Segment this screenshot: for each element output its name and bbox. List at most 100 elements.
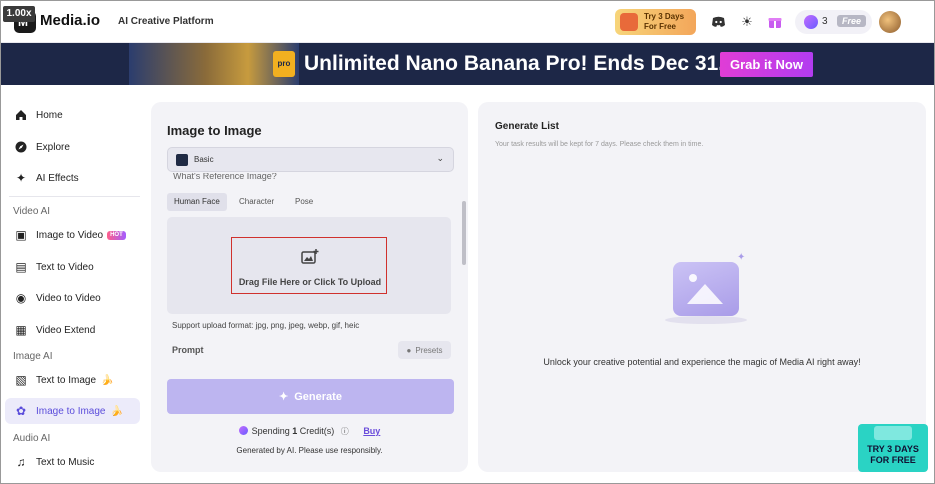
sidebar-item-label: Text to Video	[36, 261, 94, 273]
empty-state-message: Unlock your creative potential and exper…	[543, 357, 861, 367]
star-icon: ✦	[737, 252, 746, 263]
sidebar-item-ai-effects[interactable]: ✦ AI Effects	[5, 165, 140, 191]
home-icon	[14, 108, 28, 122]
credits-indicator[interactable]: 3 Free	[795, 10, 872, 34]
credit-gem-icon	[804, 15, 818, 29]
upload-dropzone[interactable]: Drag File Here or Click To Upload	[167, 217, 451, 314]
presets-label: Presets	[415, 345, 443, 355]
sidebar-item-label: Text to Image	[36, 374, 97, 386]
generate-list-title: Generate List	[495, 121, 559, 132]
sidebar: Home Explore ✦ AI Effects Video AI ▣ Ima…	[1, 85, 146, 483]
credit-cost-row: Spending 1 Credit(s) ⓘ Buy	[151, 426, 468, 437]
video-extend-icon: ▦	[15, 323, 27, 337]
model-icon	[176, 154, 188, 166]
video-video-icon: ◉	[15, 291, 27, 305]
try-line-1: TRY 3 DAYS	[867, 444, 919, 454]
spend-prefix: Spending	[251, 426, 290, 436]
tab-character[interactable]: Character	[232, 193, 281, 211]
empty-image-illustration-icon	[673, 262, 739, 316]
sparkle-icon: ✦	[279, 391, 289, 403]
section-image-ai: Image AI	[13, 351, 53, 362]
top-header: 1.00x Media.io AI Creative Platform Try …	[1, 1, 934, 43]
reference-image-help-label: What's Reference Image?	[173, 173, 277, 181]
pro-badge: pro	[273, 51, 295, 77]
buy-link[interactable]: Buy	[363, 426, 380, 436]
tab-human-face[interactable]: Human Face	[167, 193, 227, 211]
supported-formats-text: Support upload format: jpg, png, jpeg, w…	[172, 321, 360, 330]
upload-highlight-box[interactable]: Drag File Here or Click To Upload	[231, 237, 387, 294]
spend-amount: 1	[292, 426, 298, 436]
banana-icon: 🍌	[110, 405, 123, 417]
plan-badge: Free	[837, 15, 867, 27]
sidebar-item-video-to-video[interactable]: ◉ Video to Video	[5, 285, 140, 311]
credit-count: 3	[822, 16, 828, 27]
platform-label: AI Creative Platform	[118, 16, 214, 27]
credit-gem-icon	[238, 426, 248, 435]
ai-disclaimer: Generated by AI. Please use responsibly.	[236, 446, 383, 455]
illustration-shadow	[665, 316, 747, 324]
compass-icon	[14, 140, 28, 154]
presets-button[interactable]: ● Presets	[398, 341, 451, 359]
sidebar-item-video-extend[interactable]: ▦ Video Extend	[5, 317, 140, 343]
bulb-icon: ●	[406, 345, 412, 355]
banner-headline: Unlimited Nano Banana Pro! Ends Dec 31.	[304, 52, 725, 75]
generate-list-panel: Generate List Your task results will be …	[478, 102, 926, 472]
sidebar-divider	[9, 196, 140, 197]
tab-pose[interactable]: Pose	[288, 193, 320, 211]
spend-suffix: Credit(s)	[299, 426, 335, 436]
free-trial-button[interactable]: Try 3 Days For Free	[615, 9, 696, 35]
generate-button[interactable]: ✦ Generate	[167, 379, 454, 414]
sidebar-item-image-to-image[interactable]: ✿ Image to Image 🍌	[5, 398, 140, 424]
banana-icon: 🍌	[101, 374, 114, 386]
hot-badge: HOT	[107, 230, 126, 240]
section-audio-ai: Audio AI	[13, 433, 51, 444]
sidebar-item-text-to-music[interactable]: ♫ Text to Music	[5, 449, 140, 475]
sidebar-item-text-to-image[interactable]: ▧ Text to Image 🍌	[5, 367, 140, 393]
panel-scrollbar[interactable]	[462, 201, 466, 265]
add-image-icon	[301, 249, 319, 265]
sidebar-item-label: Video Extend	[36, 324, 96, 336]
try-line-2: FOR FREE	[870, 455, 916, 465]
sidebar-item-label: Explore	[36, 141, 70, 153]
sidebar-item-label: Text to Music	[36, 456, 95, 468]
sidebar-item-label: Home	[36, 109, 63, 121]
text-video-icon: ▤	[15, 260, 27, 274]
trial-line-1: Try 3 Days	[644, 12, 685, 21]
trial-line-2: For Free	[644, 22, 677, 31]
promo-banner[interactable]: pro Unlimited Nano Banana Pro! Ends Dec …	[1, 43, 934, 85]
discord-icon[interactable]	[709, 13, 727, 31]
sidebar-item-label: Image to Image	[36, 405, 106, 417]
brand-name[interactable]: Media.io	[40, 12, 100, 29]
model-select[interactable]: Basic ⌄	[167, 147, 454, 172]
editor-panel: Image to Image Basic ⌄ What's Reference …	[151, 102, 468, 472]
sun-icon[interactable]: ☀	[738, 13, 756, 31]
section-video-ai: Video AI	[13, 206, 51, 217]
zoom-indicator: 1.00x	[3, 6, 35, 22]
sidebar-item-text-to-video[interactable]: ▤ Text to Video	[5, 254, 140, 280]
music-icon: ♫	[16, 455, 26, 469]
page-title: Image to Image	[167, 123, 262, 138]
model-value: Basic	[194, 155, 214, 164]
try-free-floating-badge[interactable]: TRY 3 DAYS FOR FREE	[858, 424, 928, 472]
generate-label: Generate	[294, 390, 342, 403]
gift-box-icon	[620, 13, 638, 31]
grab-it-now-button[interactable]: Grab it Now	[720, 52, 813, 77]
gift-icon[interactable]	[766, 13, 784, 31]
sidebar-item-image-to-video[interactable]: ▣ Image to Video HOT	[5, 222, 140, 248]
prompt-label: Prompt	[172, 345, 204, 355]
banner-artwork: pro	[129, 43, 299, 85]
user-avatar[interactable]	[879, 11, 901, 33]
text-image-icon: ▧	[15, 373, 27, 387]
help-icon[interactable]: ⓘ	[341, 426, 349, 437]
sidebar-item-home[interactable]: Home	[5, 102, 140, 128]
sidebar-item-label: AI Effects	[36, 172, 79, 184]
sparkle-icon: ✦	[15, 171, 27, 185]
image-image-icon: ✿	[15, 404, 27, 418]
upload-prompt-text: Drag File Here or Click To Upload	[238, 277, 382, 287]
retention-notice: Your task results will be kept for 7 day…	[495, 141, 704, 148]
image-video-icon: ▣	[15, 228, 27, 242]
sidebar-item-explore[interactable]: Explore	[5, 134, 140, 160]
sidebar-item-label: Video to Video	[36, 292, 101, 304]
chevron-down-icon: ⌄	[436, 153, 444, 163]
sidebar-item-label: Image to Video	[36, 229, 104, 241]
